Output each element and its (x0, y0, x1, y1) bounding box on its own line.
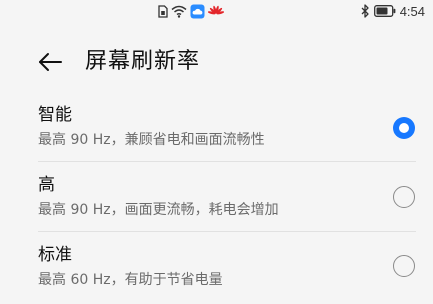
option-description: 最高 60 Hz，有助于节省电量 (38, 272, 223, 288)
divider (38, 231, 416, 232)
option-high[interactable]: 高 最高 90 Hz，画面更流畅，耗电会增加 (0, 168, 433, 228)
radio-smart[interactable] (393, 117, 415, 139)
cloud-icon (190, 4, 205, 19)
radio-high[interactable] (393, 186, 415, 208)
divider (38, 161, 416, 162)
wifi-icon (171, 5, 187, 18)
radio-standard[interactable] (393, 255, 415, 277)
header: 屏幕刷新率 (0, 40, 433, 84)
back-button[interactable] (32, 48, 68, 76)
option-title: 标准 (38, 245, 72, 265)
status-time: 4:54 (399, 3, 425, 19)
bluetooth-icon (361, 4, 370, 18)
option-standard[interactable]: 标准 最高 60 Hz，有助于节省电量 (0, 238, 433, 298)
arrow-left-icon (37, 51, 63, 73)
battery-icon (373, 5, 396, 17)
sim-card-icon (158, 4, 168, 18)
status-icons-right: 4:54 (361, 3, 425, 19)
option-title: 智能 (38, 105, 72, 125)
option-description: 最高 90 Hz，画面更流畅，耗电会增加 (38, 202, 279, 218)
status-icons-center (158, 3, 224, 19)
page-title: 屏幕刷新率 (85, 49, 201, 74)
screen: 4:54 屏幕刷新率 智能 最高 90 Hz，兼顾省电和画面流畅性 高 最高 9… (0, 0, 433, 304)
option-description: 最高 90 Hz，兼顾省电和画面流畅性 (38, 132, 265, 148)
huawei-icon (208, 5, 224, 18)
option-smart[interactable]: 智能 最高 90 Hz，兼顾省电和画面流畅性 (0, 98, 433, 158)
option-title: 高 (38, 175, 55, 195)
status-bar: 4:54 (0, 0, 433, 24)
